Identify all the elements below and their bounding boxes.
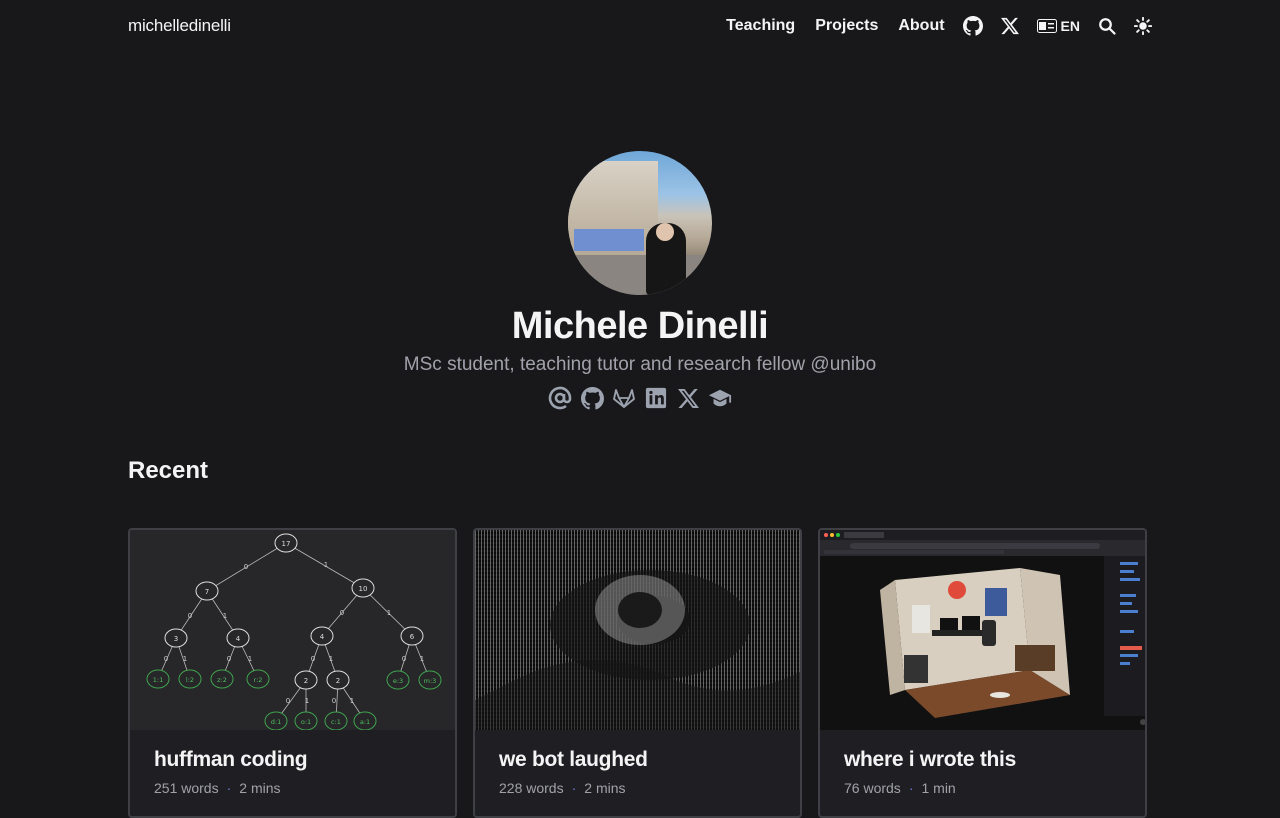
edge-label: 0 (402, 655, 406, 663)
social-links (0, 386, 1280, 410)
post-card-body: we bot laughed 228 words · 2 mins (475, 730, 800, 814)
edge-label: 0 (164, 655, 168, 663)
edge-label: 1 (350, 697, 354, 705)
edge-label: 0 (227, 655, 231, 663)
language-switcher[interactable]: EN (1036, 18, 1080, 34)
nav-teaching[interactable]: Teaching (726, 17, 795, 35)
post-word-count: 251 words (154, 780, 219, 796)
post-meta: 251 words · 2 mins (154, 780, 431, 796)
edge-label: 1 (329, 655, 333, 663)
meta-separator: · (908, 780, 914, 796)
edge-label: 0 (332, 697, 336, 705)
edge-label: 0 (311, 655, 315, 663)
post-reading-time: 2 mins (584, 780, 626, 796)
x-icon[interactable] (676, 386, 700, 410)
edge-label: 1 (183, 655, 187, 663)
theme-toggle-icon[interactable] (1134, 17, 1152, 35)
edge-label: 0 (188, 612, 192, 620)
scholar-icon[interactable] (708, 386, 732, 410)
post-meta: 228 words · 2 mins (499, 780, 776, 796)
meta-separator: · (226, 780, 232, 796)
edge-label: 1 (223, 612, 227, 620)
edge-label: 1 (305, 697, 309, 705)
edge-label: 1 (248, 655, 252, 663)
tree-leaf-label: e:3 (393, 677, 403, 685)
post-card[interactable]: where i wrote this 76 words · 1 min (818, 528, 1147, 818)
edge-label: 0 (286, 697, 290, 705)
edge-label: 0 (244, 563, 248, 571)
top-navigation-bar: michelledinelli Teaching Projects About … (128, 0, 1152, 52)
site-brand-link[interactable]: michelledinelli (128, 16, 231, 36)
post-card-body: where i wrote this 76 words · 1 min (820, 730, 1145, 814)
profile-name: Michele Dinelli (511, 305, 769, 347)
post-title[interactable]: where i wrote this (844, 748, 1121, 772)
post-meta: 76 words · 1 min (844, 780, 1121, 796)
edge-label: 1 (420, 655, 424, 663)
profile-avatar (568, 151, 712, 295)
tree-node-label: 7 (205, 588, 209, 596)
tree-leaf-label: z:2 (217, 676, 227, 684)
tree-leaf-label: 1:1 (153, 676, 163, 684)
post-title[interactable]: huffman coding (154, 748, 431, 772)
tree-node-label: 4 (320, 633, 325, 641)
post-word-count: 228 words (499, 780, 564, 796)
search-icon[interactable] (1098, 17, 1116, 35)
post-card[interactable]: 0 1 0 1 0 1 0 1 0 1 0 1 0 1 0 1 0 1 17 7 10 3 4 4… (128, 528, 457, 818)
post-card[interactable]: we bot laughed 228 words · 2 mins (473, 528, 802, 818)
github-icon[interactable] (962, 16, 983, 36)
tree-node-label: 4 (236, 635, 241, 643)
post-word-count: 76 words (844, 780, 901, 796)
tree-node-label: 2 (304, 677, 308, 685)
tree-leaf-label: o:1 (301, 718, 311, 726)
x-icon[interactable] (1000, 17, 1019, 35)
post-thumbnail-3d-room (820, 530, 1145, 730)
tree-leaf-label: m:3 (424, 677, 437, 685)
profile-hero: Michele Dinelli MSc student, teaching tu… (0, 151, 1280, 410)
github-icon[interactable] (580, 386, 604, 410)
edge-label: 0 (340, 609, 344, 617)
meta-separator: · (571, 780, 577, 796)
tree-node-label: 3 (174, 635, 178, 643)
tree-leaf-label: d:1 (271, 718, 281, 726)
post-card-body: huffman coding 251 words · 2 mins (130, 730, 455, 814)
tree-node-label: 17 (282, 540, 291, 548)
tree-leaf-label: c:1 (331, 718, 341, 726)
post-title[interactable]: we bot laughed (499, 748, 776, 772)
post-reading-time: 2 mins (239, 780, 281, 796)
language-icon (1036, 19, 1057, 33)
nav-about[interactable]: About (898, 17, 944, 35)
huffman-tree-diagram: 0 1 0 1 0 1 0 1 0 1 0 1 0 1 0 1 0 1 17 7 10 3 4 4… (146, 533, 442, 730)
edge-label: 1 (324, 561, 328, 569)
linkedin-icon[interactable] (644, 386, 668, 410)
post-reading-time: 1 min (921, 780, 956, 796)
profile-tagline: MSc student, teaching tutor and research… (403, 354, 877, 375)
tree-leaf-label: a:1 (360, 718, 370, 726)
edge-label: 1 (387, 609, 391, 617)
recent-posts-list: 0 1 0 1 0 1 0 1 0 1 0 1 0 1 0 1 0 1 17 7 10 3 4 4… (128, 528, 1152, 818)
post-thumbnail-huffman-tree: 0 1 0 1 0 1 0 1 0 1 0 1 0 1 0 1 0 1 17 7 10 3 4 4… (130, 530, 455, 730)
tree-leaf-label: l:2 (186, 676, 194, 684)
tree-node-label: 2 (336, 677, 340, 685)
language-label: EN (1060, 18, 1080, 34)
main-nav: Teaching Projects About EN (706, 16, 1152, 36)
post-thumbnail-ascii-art (475, 530, 800, 730)
tree-node-label: 10 (359, 585, 368, 593)
gitlab-icon[interactable] (612, 386, 636, 410)
nav-projects[interactable]: Projects (815, 17, 878, 35)
recent-section-title: Recent (128, 457, 209, 484)
tree-leaf-label: r:2 (254, 676, 263, 684)
tree-node-label: 6 (410, 633, 415, 641)
email-icon[interactable] (548, 386, 572, 410)
